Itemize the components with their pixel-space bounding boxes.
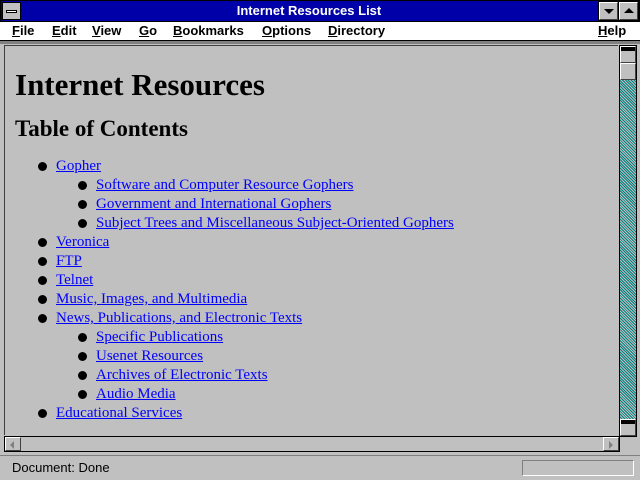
vertical-scroll-thumb[interactable] (620, 63, 636, 80)
menu-help[interactable]: Help (598, 23, 626, 39)
link-specific-publications[interactable]: Specific Publications (96, 329, 223, 345)
minimize-icon (604, 9, 614, 14)
menu-options[interactable]: Options (262, 23, 311, 39)
bullet-icon (38, 162, 47, 171)
bullet-icon (78, 333, 87, 342)
arrow-left-icon (10, 441, 14, 449)
toc-item: Music, Images, and Multimedia (38, 290, 618, 309)
link-software-gophers[interactable]: Software and Computer Resource Gophers (96, 177, 353, 193)
toc-subitem: Archives of Electronic Texts (78, 366, 618, 385)
toc-sublist: Specific Publications Usenet Resources A… (56, 328, 618, 404)
toc-list: Gopher Software and Computer Resource Go… (15, 157, 618, 423)
scroll-up-button[interactable] (620, 46, 636, 63)
minimize-button[interactable] (598, 1, 619, 21)
bullet-icon (78, 200, 87, 209)
progress-indicator (522, 460, 634, 476)
link-audio-media[interactable]: Audio Media (96, 386, 176, 402)
bullet-icon (38, 276, 47, 285)
toc-sublist: Software and Computer Resource Gophers G… (56, 176, 618, 233)
link-gopher[interactable]: Gopher (56, 158, 101, 174)
toc-subitem: Specific Publications (78, 328, 618, 347)
link-subject-trees[interactable]: Subject Trees and Miscellaneous Subject-… (96, 215, 454, 231)
toc-subitem: Usenet Resources (78, 347, 618, 366)
bullet-icon (38, 409, 47, 418)
link-ftp[interactable]: FTP (56, 253, 82, 269)
toc-subitem: Government and International Gophers (78, 195, 618, 214)
page-heading: Internet Resources (15, 67, 265, 102)
link-music-images-multimedia[interactable]: Music, Images, and Multimedia (56, 291, 247, 307)
menu-bookmarks[interactable]: Bookmarks (173, 23, 244, 39)
scroll-right-button[interactable] (603, 437, 619, 451)
bullet-icon (78, 219, 87, 228)
toc-item: Educational Services (38, 404, 618, 423)
link-educational-services[interactable]: Educational Services (56, 405, 182, 421)
window-title: Internet Resources List (236, 3, 382, 18)
horizontal-scrollbar[interactable] (4, 436, 620, 452)
menu-go[interactable]: Go (139, 23, 157, 39)
title-bar: Internet Resources List (0, 0, 640, 22)
bullet-icon (38, 314, 47, 323)
toc-item: News, Publications, and Electronic Texts… (38, 309, 618, 404)
toc-subitem: Software and Computer Resource Gophers (78, 176, 618, 195)
menu-directory[interactable]: Directory (328, 23, 385, 39)
link-usenet-resources[interactable]: Usenet Resources (96, 348, 203, 364)
status-bar: Document: Done (0, 455, 640, 480)
menu-view[interactable]: View (92, 23, 121, 39)
menu-bar: File Edit View Go Bookmarks Options Dire… (0, 22, 640, 41)
bullet-icon (38, 238, 47, 247)
vertical-scrollbar[interactable] (619, 45, 637, 437)
bullet-icon (78, 181, 87, 190)
maximize-icon (624, 8, 634, 13)
link-archives-electronic-texts[interactable]: Archives of Electronic Texts (96, 367, 268, 383)
document-view[interactable]: Internet Resources Table of Contents Gop… (4, 45, 618, 435)
system-menu-button[interactable] (2, 2, 21, 20)
arrow-down-icon (621, 420, 635, 424)
link-news-publications[interactable]: News, Publications, and Electronic Texts (56, 310, 302, 326)
arrow-right-icon (609, 441, 613, 449)
bullet-icon (38, 295, 47, 304)
bullet-icon (78, 390, 87, 399)
toc-subitem: Audio Media (78, 385, 618, 404)
arrow-up-icon (621, 47, 635, 51)
bullet-icon (78, 352, 87, 361)
toc-subitem: Subject Trees and Miscellaneous Subject-… (78, 214, 618, 233)
menu-edit[interactable]: Edit (52, 23, 77, 39)
toc-item: Gopher Software and Computer Resource Go… (38, 157, 618, 233)
bullet-icon (78, 371, 87, 380)
bullet-icon (38, 257, 47, 266)
link-veronica[interactable]: Veronica (56, 234, 109, 250)
menu-file[interactable]: File (12, 23, 34, 39)
toc-item: Telnet (38, 271, 618, 290)
toc-item: Veronica (38, 233, 618, 252)
link-telnet[interactable]: Telnet (56, 272, 93, 288)
toc-item: FTP (38, 252, 618, 271)
scroll-down-button[interactable] (620, 419, 636, 436)
scroll-left-button[interactable] (5, 437, 21, 451)
system-menu-icon (6, 10, 17, 13)
maximize-button[interactable] (618, 1, 639, 21)
status-text: Document: Done (12, 460, 110, 475)
link-government-gophers[interactable]: Government and International Gophers (96, 196, 331, 212)
toc-heading: Table of Contents (15, 116, 188, 141)
